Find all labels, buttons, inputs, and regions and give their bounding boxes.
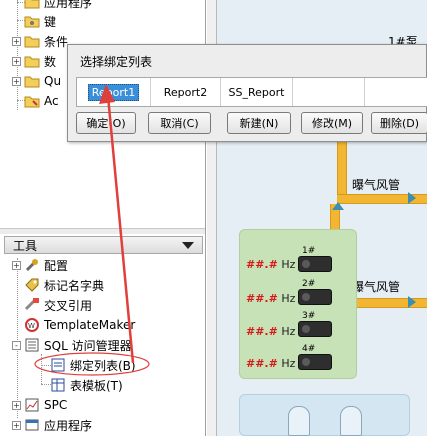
tree-item-query[interactable]: + Qu xyxy=(12,71,61,91)
new-button[interactable]: 新建(N) xyxy=(227,112,291,134)
aeration-pipe-label: 曝气风管 xyxy=(352,178,401,192)
select-bind-list-dialog: 选择绑定列表 Report1 Report2 SS_Report 确定(O) 取… xyxy=(67,44,427,142)
applications-icon xyxy=(24,417,40,433)
frequency-readout-3: ##.# Hz xyxy=(246,325,296,338)
folder-icon xyxy=(24,0,40,10)
tree-item-label: Ac xyxy=(44,94,59,108)
tree-item-label: Qu xyxy=(44,74,62,88)
tree-item-keys[interactable]: 键 xyxy=(12,11,56,31)
tree-item-label: 应用程序 xyxy=(44,0,93,10)
tree-item-label: 条件 xyxy=(44,34,69,49)
frequency-readout-1: ##.# Hz xyxy=(246,258,296,271)
tag-dictionary-icon xyxy=(24,277,40,293)
modify-button[interactable]: 修改(M) xyxy=(301,112,363,134)
collapse-toggle[interactable]: - xyxy=(12,340,21,350)
tree-item-label: TemplateMaker xyxy=(44,318,136,332)
cross-reference-icon xyxy=(24,297,40,313)
tank-icon xyxy=(288,406,310,436)
tools-item-tag-dictionary[interactable]: 标记名字典 xyxy=(12,275,104,295)
key-folder-icon xyxy=(24,13,40,29)
aeration-pipe-label: 曝气风管 xyxy=(352,280,401,294)
expand-toggle[interactable]: + xyxy=(12,36,21,46)
conditions-folder-icon xyxy=(24,33,40,49)
tree-item-label: 应用程序 xyxy=(44,418,93,433)
templatemaker-icon: W xyxy=(24,317,40,333)
tree-item-label: 标记名字典 xyxy=(44,278,105,293)
flow-arrow-icon xyxy=(404,294,420,313)
blower-number: 1# xyxy=(302,246,316,256)
blower-number: 3# xyxy=(302,311,316,321)
tree-item-activex[interactable]: Ac xyxy=(12,91,59,111)
list-item-report2[interactable]: Report2 xyxy=(151,78,221,106)
blower-3[interactable] xyxy=(298,321,332,337)
frequency-readout-2: ##.# Hz xyxy=(246,292,296,305)
expand-toggle[interactable]: + xyxy=(12,260,21,270)
tools-item-cross-reference[interactable]: 交叉引用 xyxy=(12,295,92,315)
tree-item-label: 交叉引用 xyxy=(44,298,93,313)
tree-item-label: 数 xyxy=(44,54,57,69)
table-template-icon xyxy=(50,377,66,393)
ok-button[interactable]: 确定(O) xyxy=(76,112,136,134)
activex-folder-icon xyxy=(24,93,40,109)
blower-2[interactable] xyxy=(298,289,332,305)
tree-item-label: 键 xyxy=(44,14,57,29)
wrench-icon xyxy=(24,257,40,273)
tank-group xyxy=(239,394,410,436)
query-folder-icon xyxy=(24,73,40,89)
tools-item-table-template[interactable]: 表模板(T) xyxy=(50,375,123,395)
cancel-button[interactable]: 取消(C) xyxy=(148,112,211,134)
data-folder-icon xyxy=(24,53,40,69)
tools-item-spc[interactable]: + SPC xyxy=(12,395,67,415)
panel-splitter[interactable] xyxy=(0,228,205,234)
tools-item-sql-access-manager[interactable]: - SQL 访问管理器 xyxy=(12,335,132,355)
dialog-title: 选择绑定列表 xyxy=(80,55,153,69)
tree-item-data[interactable]: + 数 xyxy=(12,51,56,71)
svg-text:W: W xyxy=(28,322,35,330)
tree-item-label: 绑定列表(B) xyxy=(70,358,136,373)
expand-toggle[interactable]: + xyxy=(12,400,21,410)
tools-item-bind-list[interactable]: 绑定列表(B) xyxy=(50,355,136,375)
list-item-report1[interactable]: Report1 xyxy=(77,78,151,106)
list-item-empty[interactable] xyxy=(293,78,365,106)
spc-icon xyxy=(24,397,40,413)
blower-4[interactable] xyxy=(298,354,332,370)
expand-toggle[interactable]: + xyxy=(12,76,21,86)
expand-toggle[interactable]: + xyxy=(12,56,21,66)
list-item-empty[interactable] xyxy=(365,78,427,106)
blower-number: 2# xyxy=(302,279,316,289)
tools-item-config[interactable]: + 配置 xyxy=(12,255,68,275)
sql-access-icon xyxy=(24,337,40,353)
tools-header-label: 工具 xyxy=(13,238,38,253)
expand-toggle[interactable]: + xyxy=(12,420,21,430)
list-item-ss-report[interactable]: SS_Report xyxy=(221,78,293,106)
tree-item-conditions[interactable]: + 条件 xyxy=(12,31,68,51)
frequency-readout-4: ##.# Hz xyxy=(246,357,296,370)
tools-item-templatemaker[interactable]: W TemplateMaker xyxy=(12,315,135,335)
tree-item-label: 表模板(T) xyxy=(70,378,123,393)
blower-1[interactable] xyxy=(298,256,332,272)
tank-icon xyxy=(340,406,362,436)
tools-panel-header[interactable]: 工具 xyxy=(4,236,203,254)
tree-item-label: SPC xyxy=(44,398,68,412)
blower-number: 4# xyxy=(302,344,316,354)
tree-item-label: SQL 访问管理器 xyxy=(44,338,132,353)
dropdown-arrow-icon[interactable] xyxy=(182,242,194,249)
flow-arrow-icon xyxy=(330,198,346,217)
delete-button[interactable]: 删除(D) xyxy=(371,112,427,134)
tree-item-label: 配置 xyxy=(44,258,69,273)
tools-item-applications[interactable]: + 应用程序 xyxy=(12,415,92,435)
flow-arrow-icon xyxy=(404,190,420,209)
bind-list-icon xyxy=(50,357,66,373)
bind-list-box[interactable]: Report1 Report2 SS_Report xyxy=(76,77,427,107)
